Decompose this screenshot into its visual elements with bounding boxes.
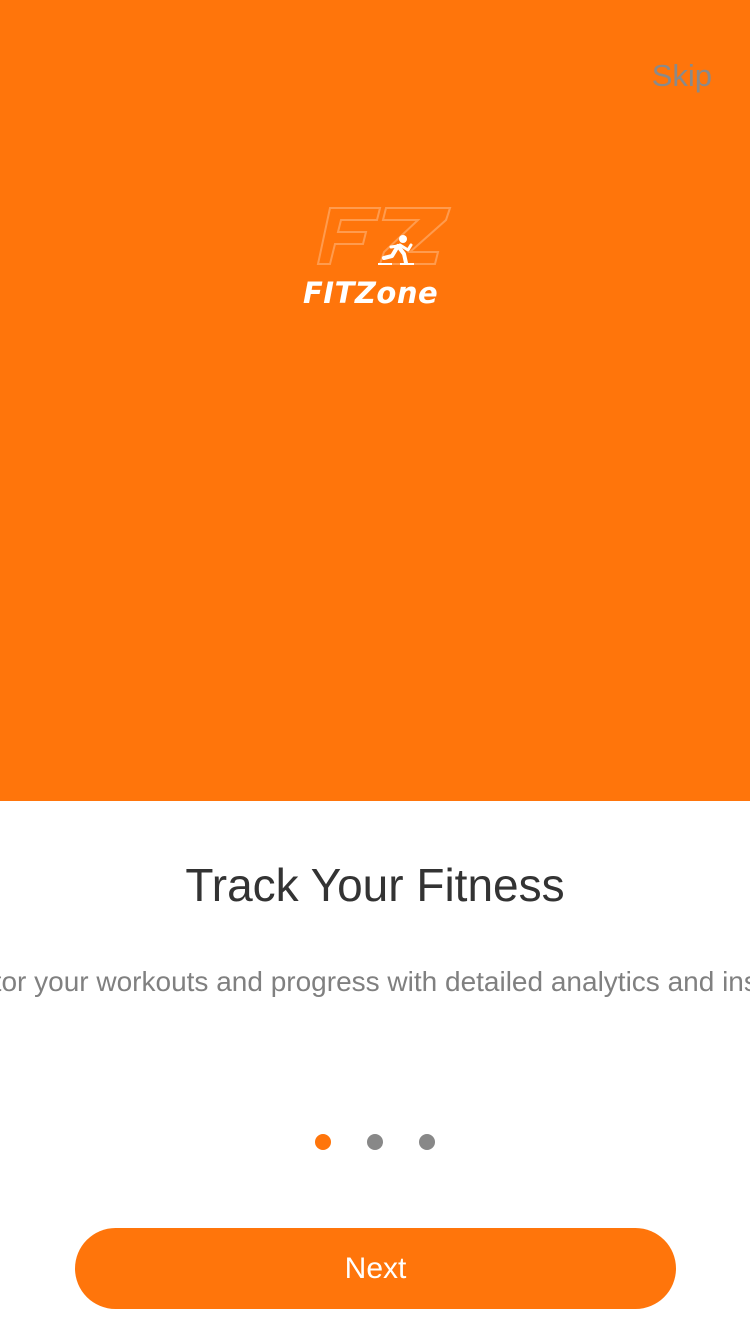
next-button[interactable]: Next [75,1228,676,1309]
slide-title: Track Your Fitness [185,859,565,911]
page-indicator [0,1134,750,1150]
logo-mark-icon [316,207,452,265]
slide-description-container: Monitor your workouts and progress with … [0,966,750,1008]
skip-button[interactable]: Skip [652,58,712,94]
hero-banner: Skip FITZone [0,0,750,801]
page-dot-3[interactable] [419,1134,435,1150]
logo-wordmark: FITZone [303,276,439,310]
page-dot-1[interactable] [315,1134,331,1150]
page-dot-2[interactable] [367,1134,383,1150]
slide-description: Monitor your workouts and progress with … [0,966,750,997]
